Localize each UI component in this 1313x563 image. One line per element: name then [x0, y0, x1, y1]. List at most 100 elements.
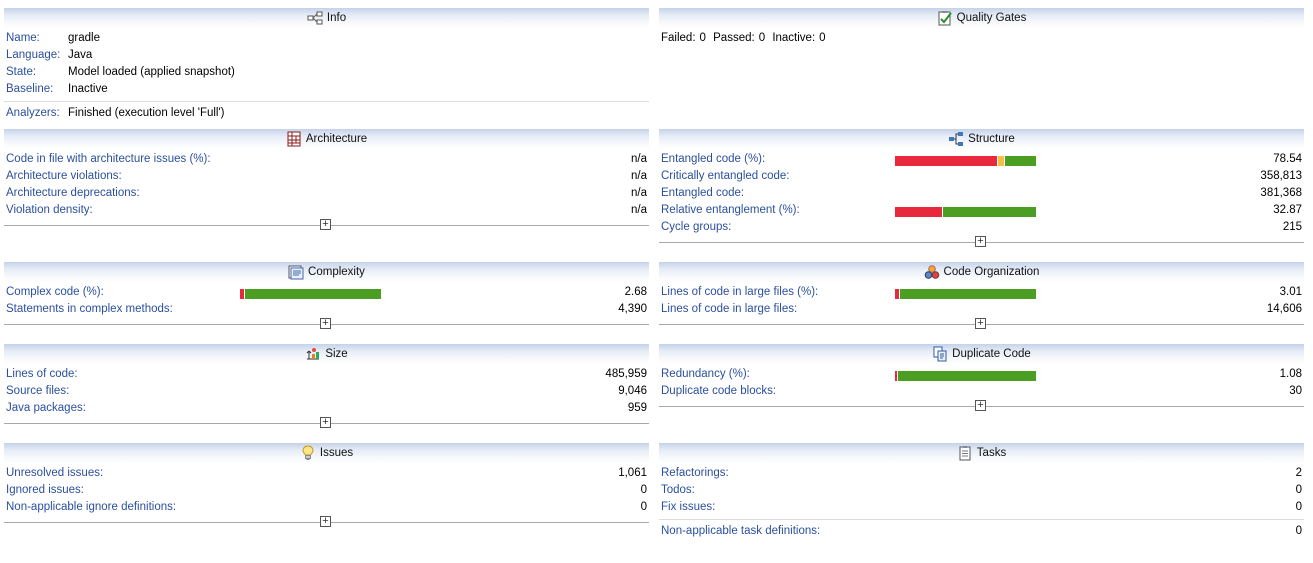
info-diagram-icon [307, 10, 323, 26]
code-org-expand-button[interactable]: + [975, 318, 986, 329]
issues-expand-button[interactable]: + [320, 516, 331, 527]
code-org-row-large-files-pct: Lines of code in large files (%): 3.01 [661, 286, 1302, 299]
architecture-row-violations: Architecture violations: n/a [6, 170, 647, 182]
complexity-bar [240, 289, 381, 299]
size-icon [305, 346, 321, 362]
size-row-source-files: Source files: 9,046 [6, 385, 647, 397]
code-organization-panel: Code Organization Lines of code in large… [659, 262, 1304, 330]
info-panel: Info Name: gradle Language: Java State: Mod… [4, 8, 649, 122]
info-row-name: Name: gradle [6, 32, 100, 44]
failed-count: 0 [699, 32, 706, 44]
lightbulb-icon [300, 445, 316, 461]
info-row-analyzers: Analyzers: Finished (execution level 'Ful… [6, 107, 225, 119]
duplicate-row-redundancy: Redundancy (%): 1.08 [661, 368, 1302, 381]
tasks-row-non-applicable: Non-applicable task definitions: 0 [661, 525, 1302, 537]
architecture-row-deprecations: Architecture deprecations: n/a [6, 187, 647, 199]
size-expand-separator: + [4, 417, 649, 429]
structure-panel: Structure Entangled code (%): 78.54 Criti… [659, 129, 1304, 248]
quality-gates-header: Quality Gates [659, 8, 1304, 28]
duplicate-bar [895, 371, 1036, 381]
info-row-state: State: Model loaded (applied snapshot) [6, 66, 235, 78]
info-row-language: Language: Java [6, 49, 93, 61]
complexity-expand-separator: + [4, 318, 649, 330]
issues-header: Issues [4, 443, 649, 463]
info-header: Info [4, 8, 649, 28]
structure-title: Structure [968, 133, 1015, 145]
structure-entangled-bar [895, 156, 1036, 166]
tasks-row-refactorings: Refactorings: 2 [661, 467, 1302, 479]
architecture-expand-separator: + [4, 219, 649, 231]
bar-segment-green [243, 289, 381, 299]
bar-segment-red [895, 207, 942, 217]
issues-row-ignored: Ignored issues: 0 [6, 484, 647, 496]
info-title: Info [326, 12, 347, 24]
architecture-row-code-in-file: Code in file with architecture issues (%… [6, 153, 647, 165]
passed-count: 0 [758, 32, 766, 44]
quality-gates-summary: Failed: 0 Passed: 0 Inactive: 0 [661, 32, 826, 44]
tasks-header: Tasks [659, 443, 1304, 463]
duplicate-expand-separator: + [659, 400, 1304, 412]
bar-segment-green [896, 371, 1036, 381]
duplicate-code-panel: Duplicate Code Redundancy (%): 1.08 Dupli… [659, 344, 1304, 412]
code-organization-icon [924, 264, 940, 280]
tasks-panel: Tasks Refactorings: 2 Todos: 0 Fix issues:… [659, 443, 1304, 540]
architecture-header: Architecture [4, 129, 649, 149]
complexity-expand-button[interactable]: + [320, 318, 331, 329]
bar-segment-red [895, 156, 997, 166]
structure-expand-separator: + [659, 236, 1304, 248]
structure-row-critically-entangled: Critically entangled code: 358,813 [661, 170, 1302, 182]
duplicate-expand-button[interactable]: + [975, 400, 986, 411]
info-divider [4, 101, 649, 102]
size-row-java-packages: Java packages: 959 [6, 402, 647, 414]
size-panel: Size Lines of code: 485,959 Source files:… [4, 344, 649, 429]
code-org-bar [895, 289, 1036, 299]
inactive-count: 0 [819, 32, 826, 44]
architecture-panel: Architecture Code in file with architect… [4, 129, 649, 231]
size-expand-button[interactable]: + [320, 417, 331, 428]
duplicate-code-icon [932, 346, 948, 362]
issues-row-non-applicable: Non-applicable ignore definitions: 0 [6, 501, 647, 513]
code-organization-title: Code Organization [943, 266, 1040, 278]
info-row-baseline: Baseline: Inactive [6, 83, 108, 95]
structure-row-relative-entanglement: Relative entanglement (%): 32.87 [661, 204, 1302, 217]
structure-row-entangled-pct: Entangled code (%): 78.54 [661, 153, 1302, 166]
complexity-panel: Complexity Complex code (%): 2.68 Stateme… [4, 262, 649, 330]
bar-segment-green [941, 207, 1036, 217]
code-organization-header: Code Organization [659, 262, 1304, 282]
architecture-expand-button[interactable]: + [320, 219, 331, 230]
duplicate-code-header: Duplicate Code [659, 344, 1304, 364]
bar-segment-green [898, 289, 1036, 299]
complexity-header: Complexity [4, 262, 649, 282]
tasks-row-todos: Todos: 0 [661, 484, 1302, 496]
structure-row-entangled-code: Entangled code: 381,368 [661, 187, 1302, 199]
complexity-row-statements: Statements in complex methods: 4,390 [6, 303, 647, 315]
structure-icon [948, 131, 964, 147]
structure-header: Structure [659, 129, 1304, 149]
complexity-row-complex-code: Complex code (%): 2.68 [6, 286, 647, 299]
issues-row-unresolved: Unresolved issues: 1,061 [6, 467, 647, 479]
complexity-title: Complexity [308, 266, 365, 278]
size-header: Size [4, 344, 649, 364]
architecture-row-violation-density: Violation density: n/a [6, 204, 647, 216]
architecture-icon [286, 131, 302, 147]
tasks-divider [659, 519, 1304, 520]
quality-gates-panel: Quality Gates Failed: 0 Passed: 0 Inactive… [659, 8, 1304, 123]
structure-expand-button[interactable]: + [975, 236, 986, 247]
duplicate-code-title: Duplicate Code [952, 348, 1031, 360]
bar-segment-yellow [996, 156, 1005, 166]
complexity-icon [288, 264, 304, 280]
size-row-lines-of-code: Lines of code: 485,959 [6, 368, 647, 380]
issues-expand-separator: + [4, 516, 649, 528]
tasks-icon [957, 445, 973, 461]
size-title: Size [325, 348, 348, 360]
issues-panel: Issues Unresolved issues: 1,061 Ignored i… [4, 443, 649, 528]
architecture-title: Architecture [305, 133, 368, 145]
code-org-expand-separator: + [659, 318, 1304, 330]
structure-relative-bar [895, 207, 1036, 217]
issues-title: Issues [319, 447, 354, 459]
structure-row-cycle-groups: Cycle groups: 215 [661, 221, 1302, 233]
tasks-row-fix-issues: Fix issues: 0 [661, 501, 1302, 513]
duplicate-row-blocks: Duplicate code blocks: 30 [661, 385, 1302, 397]
checklist-icon [937, 10, 953, 26]
quality-gates-title: Quality Gates [956, 12, 1027, 24]
